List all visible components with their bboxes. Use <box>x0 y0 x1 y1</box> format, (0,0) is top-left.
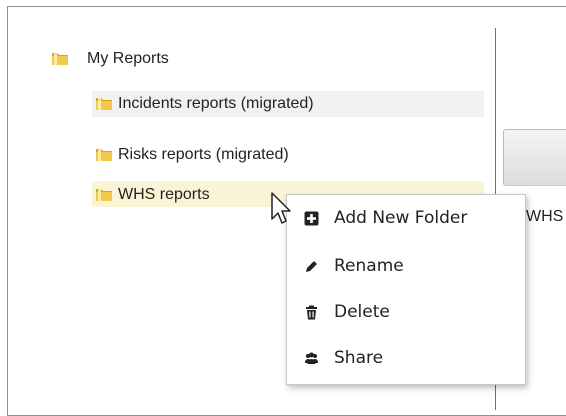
tree-node-incidents-reports[interactable]: Incidents reports (migrated) <box>118 94 314 114</box>
mouse-pointer-icon <box>271 192 291 224</box>
tree-node-whs-reports[interactable]: WHS reports <box>118 185 210 205</box>
menu-item-share[interactable]: Share <box>287 338 525 378</box>
users-icon <box>305 352 318 364</box>
add-square-icon <box>304 211 319 226</box>
menu-item-rename[interactable]: Rename <box>287 246 525 286</box>
trash-icon <box>306 305 317 320</box>
menu-item-delete[interactable]: Delete <box>287 292 525 332</box>
right-panel-tab[interactable] <box>503 129 566 186</box>
tree-node-risks-reports[interactable]: Risks reports (migrated) <box>118 145 289 165</box>
folder-icon <box>96 148 112 161</box>
pencil-icon <box>306 261 317 272</box>
right-panel-text: WHS <box>526 208 564 225</box>
menu-label: Share <box>334 348 384 368</box>
tree-node-my-reports[interactable]: My Reports <box>87 49 169 69</box>
menu-label: Delete <box>334 302 390 322</box>
menu-item-add-new-folder[interactable]: Add New Folder <box>287 198 525 238</box>
menu-label: Rename <box>334 256 404 276</box>
folder-icon <box>96 97 112 110</box>
menu-label: Add New Folder <box>334 208 468 228</box>
tab-divider <box>504 185 566 186</box>
context-menu: Add New Folder Rename Delete Share <box>286 194 526 385</box>
folder-icon <box>96 188 112 201</box>
folder-icon <box>52 52 68 65</box>
